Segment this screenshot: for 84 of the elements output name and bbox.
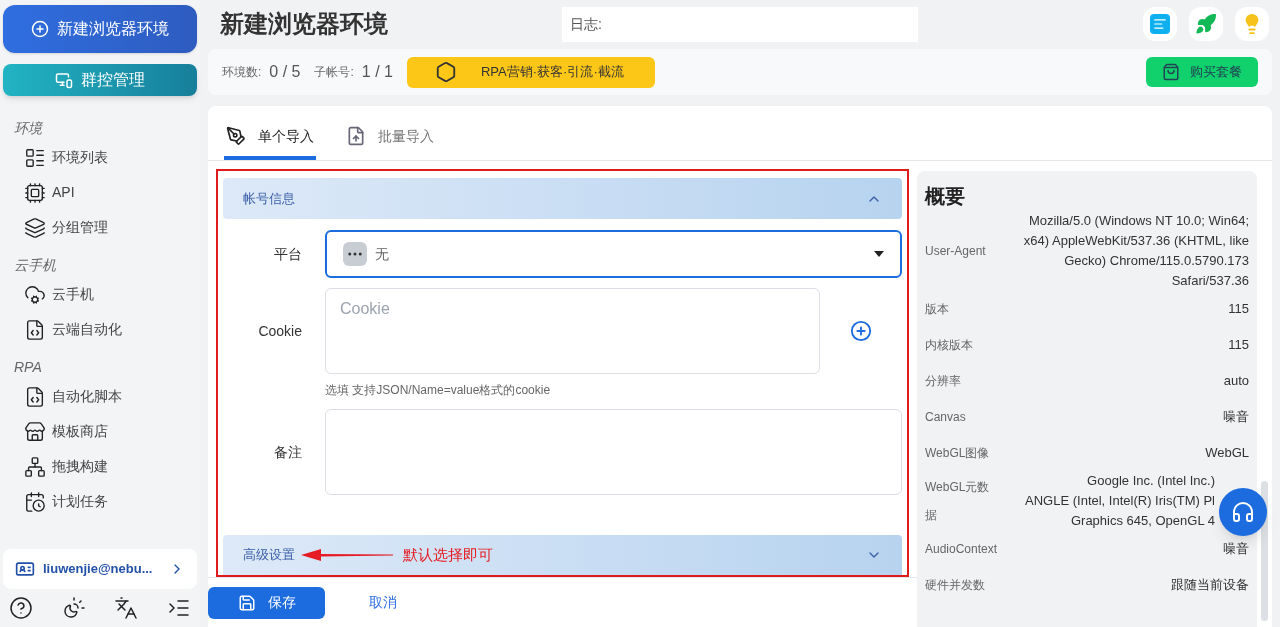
summary-label: 硬件并发数: [925, 577, 986, 594]
nav-item[interactable]: 分组管理: [3, 210, 197, 245]
plus-icon: [31, 20, 49, 38]
pen-icon: [226, 126, 246, 146]
chip-icon: [24, 181, 46, 204]
cookie-field[interactable]: Cookie: [325, 288, 820, 374]
nav-item[interactable]: 自动化脚本: [3, 379, 197, 414]
save-button[interactable]: 保存: [208, 586, 325, 619]
summary-value: 115: [1228, 300, 1249, 318]
cookie-hint: 选填 支持JSON/Name=value格式的cookie: [325, 382, 552, 399]
save-icon: [237, 593, 256, 612]
summary-label: WebGL元数据: [925, 479, 991, 524]
summary-label: User-Agent: [925, 243, 987, 260]
field-label: 平台: [273, 244, 303, 264]
section-title: 高级设置: [243, 546, 295, 565]
tab[interactable]: 单个导入: [224, 116, 316, 160]
page-title: 新建浏览器环境: [219, 9, 389, 39]
annotation-text: 默认选择即可: [403, 544, 493, 565]
tab[interactable]: 批量导入: [344, 116, 436, 160]
platform-select[interactable]: 无: [325, 230, 902, 278]
section-header[interactable]: 帐号信息: [223, 178, 902, 219]
nav-item[interactable]: 计划任务: [3, 484, 197, 519]
summary-label: 内核版本: [925, 337, 974, 354]
help-icon[interactable]: [9, 596, 33, 620]
layers-icon: [24, 216, 46, 239]
monitor-icon: [55, 71, 73, 89]
nav-item[interactable]: 云端自动化: [3, 312, 197, 347]
buy-plan-button[interactable]: 购买套餐: [1146, 57, 1258, 87]
nav-item[interactable]: 云手机: [3, 277, 197, 312]
section-heading: RPA: [13, 358, 43, 377]
summary-value: Mozilla/5.0 (Windows NT 10.0; Win64; x64) AppleWebKit/537.36 (KHTML, like Gecko) Chrome/115.0.5790.173 Safari/537.36: [1023, 212, 1249, 290]
dropdown-caret-icon: [874, 251, 884, 257]
stat-label: 子帐号:: [314, 64, 354, 81]
id-card-icon: [15, 559, 35, 579]
section-heading: 环境: [13, 119, 44, 138]
summary-value: auto: [1223, 372, 1249, 390]
cancel-link[interactable]: 取消: [355, 592, 411, 613]
summary-label: AudioContext: [925, 541, 997, 558]
theme-icon[interactable]: [61, 596, 86, 620]
calendar-icon: [24, 490, 46, 513]
language-icon[interactable]: [114, 596, 139, 620]
summary-label: 版本: [925, 301, 950, 318]
section-header[interactable]: 高级设置 默认选择即可: [223, 535, 902, 575]
file-upload-icon: [346, 126, 366, 146]
rocket-icon[interactable]: [1189, 7, 1223, 41]
nav-item[interactable]: API: [3, 175, 197, 210]
note-field[interactable]: [325, 409, 902, 495]
platform-icon: [343, 242, 367, 266]
new-browser-button[interactable]: 新建浏览器环境: [3, 5, 197, 53]
field-label: 备注: [273, 442, 303, 462]
summary-value: 噪音: [1223, 408, 1249, 426]
field-label: Cookie: [257, 321, 303, 341]
file-icon: [24, 318, 46, 341]
summary-value: 115: [1228, 336, 1249, 354]
summary-value: 跟随当前设备: [1171, 576, 1249, 594]
group-control-button[interactable]: 群控管理: [3, 64, 197, 96]
add-icon[interactable]: [850, 320, 872, 342]
nav-item[interactable]: 模板商店: [3, 414, 197, 449]
nav-item[interactable]: 环境列表: [3, 140, 197, 175]
list-icon: [24, 146, 46, 169]
cloud-icon: [24, 283, 46, 306]
file-icon: [24, 385, 46, 408]
headset-icon: [1231, 500, 1255, 524]
stat-value: 0 / 5: [269, 62, 301, 82]
summary-label: WebGL图像: [925, 445, 991, 462]
summary-label: 分辨率: [925, 373, 962, 390]
shopping-bag-icon: [1162, 63, 1180, 81]
rpa-hexagon-icon: [434, 61, 457, 83]
user-card[interactable]: liuwenjie@nebu...: [3, 549, 197, 589]
summary-value: WebGL: [1205, 444, 1249, 462]
stat-value: 1 / 1: [361, 62, 393, 82]
stat-label: 环境数:: [222, 64, 262, 81]
nav-item[interactable]: 拖拽构建: [3, 449, 197, 484]
summary-value: Google Inc. (Intel Inc.) ANGLE (Intel, Intel(R) Iris(TM) Pl Graphics 645, OpenGL 4: [1025, 472, 1215, 530]
section-title: 帐号信息: [243, 189, 295, 208]
section-heading: 云手机: [13, 256, 57, 275]
scrollbar[interactable]: [1261, 481, 1268, 621]
log-field[interactable]: 日志:: [562, 6, 918, 42]
network-icon: [24, 455, 46, 478]
store-icon: [24, 420, 46, 443]
rpa-promo-button[interactable]: RPA营销·获客·引流·截流: [406, 56, 655, 88]
summary-label: Canvas: [925, 409, 967, 426]
summary-title: 概要: [925, 184, 966, 209]
summary-value: 噪音: [1223, 540, 1249, 558]
